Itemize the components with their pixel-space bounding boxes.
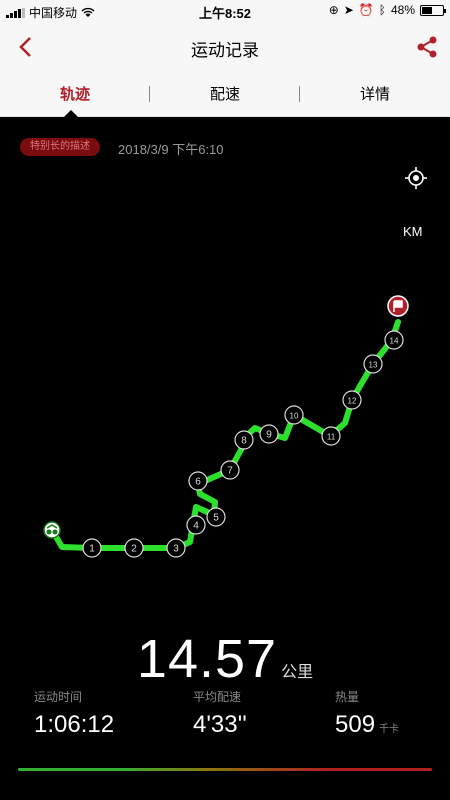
tab-bar: 轨迹 配速 详情 — [0, 72, 450, 117]
active-tab-indicator — [64, 110, 78, 117]
km-marker[interactable]: 7 — [220, 460, 240, 480]
km-marker[interactable]: 1 — [82, 538, 102, 558]
km-marker[interactable]: 11 — [321, 426, 341, 446]
battery-percent: 48% — [390, 3, 415, 17]
km-marker-label: 13 — [369, 361, 378, 370]
stat-label: 热量 — [335, 690, 360, 704]
alarm-icon: ⏰ — [358, 3, 374, 17]
bluetooth-icon: ᛒ — [378, 3, 386, 17]
status-bar: 中国移动 上午8:52 ⊕ ➤ ⏰ ᛒ 48% — [0, 0, 450, 22]
stat-value: 1:06:12 — [34, 711, 115, 738]
share-button[interactable] — [414, 34, 440, 60]
km-marker-label: 2 — [131, 544, 137, 555]
km-marker[interactable]: 10 — [284, 405, 304, 425]
battery-icon — [420, 4, 446, 16]
tab-divider — [149, 86, 150, 102]
location-arrow-icon: ➤ — [343, 3, 354, 17]
screen-lock-icon: ⊕ — [328, 3, 339, 17]
km-marker-label: 14 — [390, 337, 399, 346]
nav-bar: 运动记录 — [0, 22, 450, 72]
stat-value: 509 千卡 — [335, 711, 399, 739]
route-map[interactable]: 特别长的描述 2018/3/9 下午6:10 KM 1 2 3 4 5 6 7 8 9 10 11 1… — [0, 118, 450, 620]
km-marker[interactable]: 2 — [124, 538, 144, 558]
page-title: 运动记录 — [191, 41, 259, 60]
km-marker[interactable]: 12 — [342, 390, 362, 410]
tab-divider — [299, 86, 300, 102]
km-marker-label: 11 — [327, 433, 336, 442]
km-marker[interactable]: 13 — [363, 354, 383, 374]
km-marker[interactable]: 9 — [259, 424, 279, 444]
stat-pace: 平均配速 4'33'' — [193, 688, 247, 739]
distance-unit: 公里 — [281, 664, 314, 681]
km-marker-label: 5 — [213, 513, 219, 524]
stat-calories: 热量 509 千卡 — [335, 688, 399, 739]
calories-value: 509 — [335, 711, 376, 738]
km-marker-label: 12 — [348, 397, 357, 406]
km-marker[interactable]: 6 — [188, 471, 208, 491]
status-right: ⊕ ➤ ⏰ ᛒ 48% — [328, 3, 446, 17]
km-marker-label: 8 — [241, 436, 247, 447]
km-marker-label: 1 — [89, 544, 95, 555]
stat-duration: 运动时间 1:06:12 — [34, 688, 114, 739]
finish-flag-marker — [387, 295, 409, 317]
km-marker-label: 6 — [195, 477, 201, 488]
tab-pace[interactable]: 配速 — [150, 72, 300, 116]
km-marker-label: 9 — [266, 430, 272, 441]
km-marker-label: 10 — [290, 412, 299, 421]
km-marker[interactable]: 5 — [206, 507, 226, 527]
km-marker[interactable]: 4 — [186, 515, 206, 535]
pace-color-bar — [18, 768, 432, 771]
calories-unit: 千卡 — [379, 724, 400, 735]
route-track: 1 2 34567891011121314 — [43, 295, 409, 558]
distance-value: 14.57 — [136, 629, 278, 689]
km-marker[interactable]: 3 — [166, 538, 186, 558]
km-marker-label: 7 — [227, 466, 233, 477]
stat-label: 平均配速 — [193, 690, 242, 704]
km-marker-label: 3 — [173, 544, 179, 555]
distance-summary: 14.57 公里 — [0, 628, 450, 690]
stat-label: 运动时间 — [34, 690, 83, 704]
start-marker — [43, 521, 61, 539]
stat-value: 4'33'' — [193, 711, 247, 738]
km-marker[interactable]: 14 — [384, 330, 404, 350]
share-icon — [417, 36, 437, 58]
km-marker[interactable]: 8 — [234, 430, 254, 450]
km-marker-label: 4 — [193, 521, 199, 532]
tab-details[interactable]: 详情 — [300, 72, 450, 116]
